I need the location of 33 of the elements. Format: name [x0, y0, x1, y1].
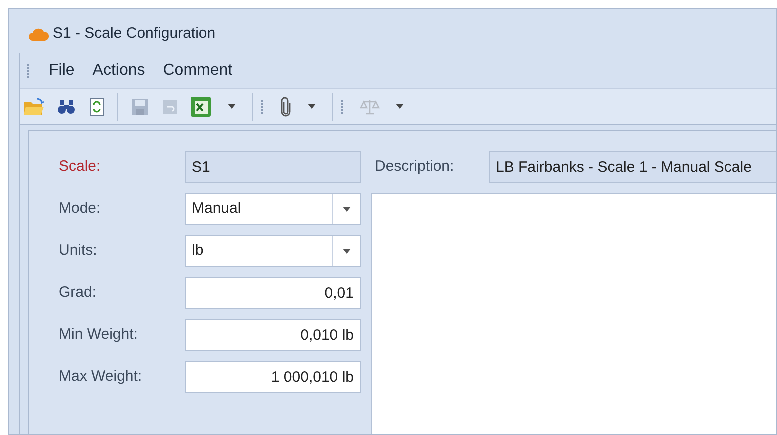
field-value: lb: [191, 240, 205, 261]
description-field[interactable]: LB Fairbanks - Scale 1 - Manual Scale: [489, 151, 776, 183]
dropdown-field[interactable]: Manual: [185, 193, 361, 225]
folder-icon[interactable]: [23, 96, 45, 116]
window-title: S1 - Scale Configuration: [53, 24, 216, 44]
menu-item[interactable]: Comment: [160, 58, 236, 82]
dropdown-field[interactable]: lb: [185, 235, 361, 267]
number-field[interactable]: 0,010 lb: [185, 319, 361, 351]
menu-item[interactable]: File: [46, 58, 78, 82]
paperclip-icon[interactable]: [280, 96, 292, 116]
description-label: Description:: [374, 156, 456, 177]
number-field[interactable]: 0,01: [185, 277, 361, 309]
grip-icon[interactable]: [261, 98, 264, 114]
field-label: Grad:: [59, 282, 98, 303]
field-label: Min Weight:: [59, 324, 139, 345]
number-field[interactable]: 1 000,010 lb: [185, 361, 361, 393]
grip-icon[interactable]: [341, 98, 344, 114]
field-label: Scale:: [59, 156, 102, 177]
field-label: Max Weight:: [59, 366, 144, 387]
caret-icon[interactable]: [228, 104, 236, 109]
caret-icon[interactable]: [342, 206, 350, 212]
grip-icon[interactable]: [27, 62, 30, 78]
spreadsheet-icon[interactable]: [190, 96, 212, 118]
cloud-logo-icon: [29, 28, 49, 40]
caret-icon[interactable]: [396, 104, 404, 109]
readonly-field[interactable]: S1: [185, 151, 361, 183]
caret-icon[interactable]: [342, 248, 350, 254]
field-value: Manual: [191, 198, 242, 219]
field-label: Units:: [59, 240, 98, 261]
field-label: Mode:: [59, 198, 102, 219]
menu-item[interactable]: Actions: [90, 58, 148, 82]
refresh-document-icon[interactable]: [89, 96, 105, 116]
caret-icon[interactable]: [308, 104, 316, 109]
